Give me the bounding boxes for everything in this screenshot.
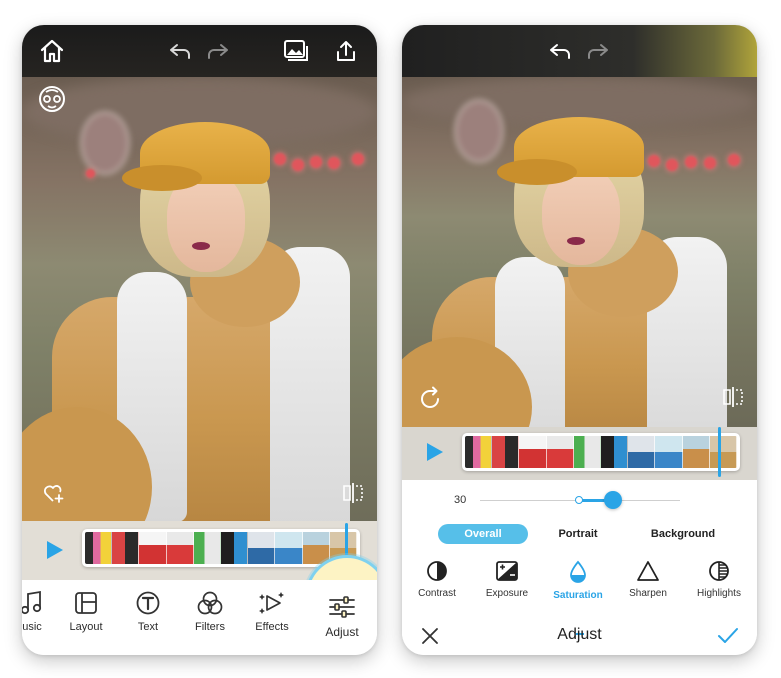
slider-thumb[interactable] [604,491,622,509]
top-bar [402,25,757,77]
tool-filters[interactable]: Filters [180,590,240,642]
tool-label: Effects [255,621,289,633]
tool-bar: usic Layout Text Filters Effects Adjust [22,580,377,655]
home-icon[interactable] [36,35,68,67]
photo-canvas [22,77,377,545]
undo-icon[interactable] [544,35,576,67]
segment-portrait[interactable]: Portrait [538,524,618,544]
rotate-icon[interactable] [416,385,444,413]
timeline-strip[interactable] [462,433,740,471]
compare-icon[interactable] [720,385,746,409]
face-retouch-icon[interactable] [36,83,68,115]
photo-canvas [402,77,757,427]
option-label: Exposure [485,588,529,599]
tool-label: Text [137,621,159,633]
slider-origin-marker [575,496,583,504]
sharpen-icon [637,561,659,581]
option-label: Saturation [553,590,603,601]
compare-icon[interactable] [340,481,366,505]
slider-value: 30 [454,494,467,506]
option-sharpen[interactable]: Sharpen [611,560,685,599]
tool-adjust[interactable]: Adjust [312,594,372,646]
tool-effects[interactable]: Effects [242,590,302,642]
saturation-icon [570,560,586,583]
playhead[interactable] [718,427,721,477]
option-saturation[interactable]: Saturation [541,560,615,601]
adjust-panel: 30 Overall Portrait Background Contrast … [402,480,757,655]
highlights-icon [709,561,729,581]
exposure-icon [496,561,518,581]
adjust-screen: 30 Overall Portrait Background Contrast … [402,25,757,655]
contrast-icon [427,561,447,581]
segment-label: Portrait [558,528,598,540]
play-icon[interactable] [42,538,66,562]
tool-text[interactable]: Text [118,590,178,642]
option-label: Contrast [418,588,456,599]
timeline-strip[interactable] [82,529,360,567]
option-label: Highlights [697,588,741,599]
option-contrast[interactable]: Contrast [402,560,474,599]
option-label: Sharpen [629,588,667,599]
option-highlights[interactable]: Highlights [682,560,756,599]
option-exposure[interactable]: Exposure [470,560,544,599]
top-bar [22,25,377,77]
play-icon[interactable] [422,440,446,464]
tool-layout[interactable]: Layout [56,590,116,642]
segment-background[interactable]: Background [628,524,738,544]
gallery-icon[interactable] [280,35,312,67]
tool-label: Adjust [325,625,359,639]
tool-label: Filters [195,621,225,633]
undo-icon[interactable] [164,35,196,67]
check-icon[interactable] [716,624,740,648]
segment-label: Overall [464,528,502,540]
editor-screen: usic Layout Text Filters Effects Adjust [22,25,377,655]
redo-icon[interactable] [202,35,234,67]
tool-label: Layout [69,621,103,633]
redo-icon[interactable] [582,35,614,67]
share-icon[interactable] [330,35,362,67]
segment-label: Background [650,528,716,540]
tool-label: usic [22,621,42,633]
segment-overall[interactable]: Overall [438,524,528,544]
panel-title: Adjust [557,626,602,643]
heart-add-icon[interactable] [42,481,66,505]
